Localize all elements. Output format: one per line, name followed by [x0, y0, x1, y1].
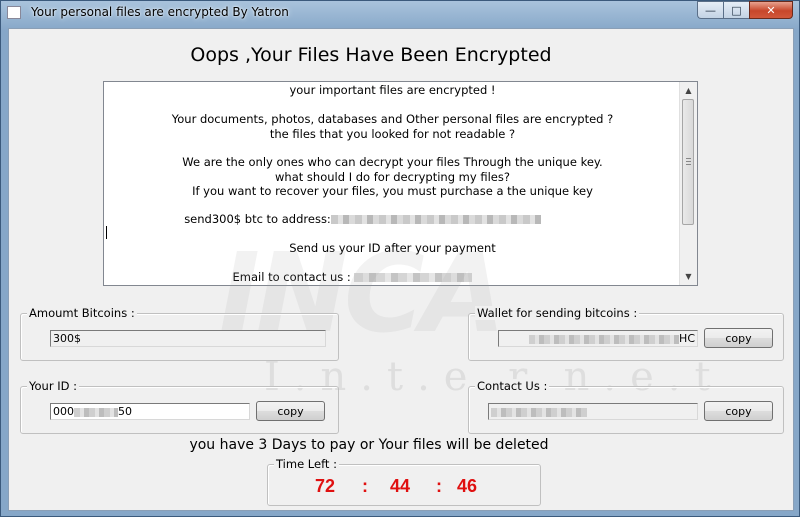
id-suffix: 50 [118, 405, 132, 418]
timer-label: Time Left : [274, 457, 339, 471]
copy-wallet-button[interactable]: copy [704, 328, 773, 348]
ransom-window: Your personal files are encrypted By Yat… [0, 0, 800, 517]
close-button[interactable]: ✕ [749, 1, 793, 19]
email-line: Email to contact us : [104, 270, 641, 285]
id-prefix: 000 [53, 405, 74, 418]
redacted-contact [491, 407, 587, 417]
scrollbar-thumb[interactable] [682, 99, 694, 225]
redacted-id [74, 407, 118, 417]
wallet-address-field[interactable]: HC [498, 330, 698, 347]
redacted-wallet [529, 334, 680, 344]
your-id-label: Your ID : [27, 379, 79, 393]
scroll-down-arrow-icon[interactable]: ▼ [680, 268, 697, 285]
your-id-field[interactable]: 000 50 [50, 403, 250, 420]
text-caret [106, 226, 107, 239]
note-line: what should I do for decrypting my files… [275, 170, 510, 184]
minimize-button[interactable]: — [697, 1, 723, 19]
note-line: We are the only ones who can decrypt you… [182, 155, 603, 169]
copy-contact-button[interactable]: copy [704, 401, 773, 421]
amount-group: Amoumt Bitcoins : 300$ [20, 306, 339, 361]
title-bar[interactable]: Your personal files are encrypted By Yat… [1, 1, 799, 25]
scroll-up-arrow-icon[interactable]: ▲ [680, 82, 697, 99]
note-line: If you want to recover your files, you m… [192, 184, 593, 198]
timer-minutes: 44 [390, 476, 411, 496]
page-title: Oops ,Your Files Have Been Encrypted [190, 44, 552, 66]
your-id-group: Your ID : 000 50 copy [20, 379, 339, 434]
window-title: Your personal files are encrypted By Yat… [31, 5, 289, 19]
btc-address-line: send300$ btc to address: [104, 212, 651, 227]
copy-id-button[interactable]: copy [256, 401, 325, 421]
timer-hours: 72 [315, 476, 336, 496]
ransom-note-textbox[interactable]: your important files are encrypted ! You… [103, 81, 698, 286]
timer-separator: : [362, 476, 368, 496]
deadline-warning: you have 3 Days to pay or Your files wil… [189, 437, 549, 453]
timer-seconds: 46 [457, 476, 478, 496]
app-icon [7, 6, 21, 19]
btc-address-label: send300$ btc to address: [184, 212, 331, 226]
contact-group: Contact Us : copy [468, 379, 784, 434]
maximize-button[interactable]: □ [723, 1, 749, 19]
note-line: your important files are encrypted ! [289, 83, 496, 97]
timer-separator: : [436, 476, 442, 496]
note-line: Send us your ID after your payment [289, 241, 496, 255]
note-line: Your documents, photos, databases and Ot… [171, 112, 614, 126]
wallet-group: Wallet for sending bitcoins : HC copy [468, 306, 784, 361]
amount-field[interactable]: 300$ [50, 330, 326, 347]
caption-buttons: — □ ✕ [697, 1, 793, 19]
email-label: Email to contact us : [232, 270, 351, 284]
amount-label: Amoumt Bitcoins : [27, 306, 137, 320]
contact-email-field[interactable] [488, 403, 698, 420]
redacted-address [330, 215, 541, 224]
window-client-area: Oops ,Your Files Have Been Encrypted you… [8, 28, 794, 511]
note-line: the files that you looked for not readab… [269, 127, 516, 141]
contact-label: Contact Us : [475, 379, 550, 393]
wallet-address-tail: HC [679, 332, 695, 345]
redacted-email [354, 273, 473, 282]
wallet-label: Wallet for sending bitcoins : [475, 306, 640, 320]
note-scrollbar[interactable]: ▲ ▼ [679, 82, 697, 285]
grip-icon [686, 158, 691, 165]
